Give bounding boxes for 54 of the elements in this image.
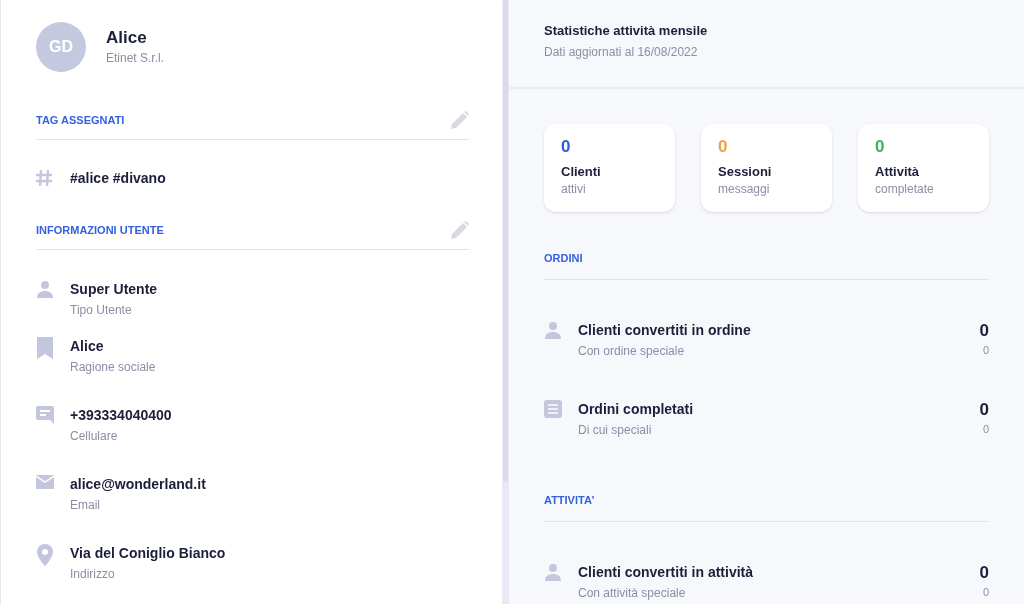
row-value: 0 bbox=[979, 320, 989, 342]
location-pin-icon bbox=[36, 544, 54, 566]
bookmark-icon bbox=[36, 337, 54, 359]
section-title: ORDINI bbox=[544, 252, 583, 264]
info-value: +393334040400 bbox=[70, 406, 172, 425]
row-value: 0 bbox=[979, 562, 989, 584]
row-label: Clienti convertiti in ordine bbox=[578, 321, 752, 340]
info-value: Super Utente bbox=[70, 280, 158, 299]
scrollbar[interactable] bbox=[502, 0, 509, 604]
stat-value: 0 bbox=[875, 136, 886, 158]
row-subvalue: 0 bbox=[982, 343, 989, 357]
row-sublabel: Con ordine speciale bbox=[578, 343, 686, 360]
info-value: Via del Coniglio Bianco bbox=[70, 544, 226, 563]
stats-subtitle: Dati aggiornati al 16/08/2022 bbox=[544, 44, 699, 61]
stat-value: 0 bbox=[561, 136, 572, 158]
chat-icon bbox=[36, 406, 54, 424]
user-name: Alice bbox=[106, 27, 148, 49]
person-icon bbox=[544, 563, 562, 581]
list-icon bbox=[544, 400, 562, 418]
row-subvalue: 0 bbox=[982, 585, 989, 599]
section-title: ATTIVITA' bbox=[544, 494, 595, 506]
stat-sublabel: messaggi bbox=[718, 181, 771, 198]
info-label: Email bbox=[70, 497, 101, 514]
row-sublabel: Di cui speciali bbox=[578, 422, 653, 439]
row-sublabel: Con attività speciale bbox=[578, 585, 687, 602]
stat-label: Attività bbox=[875, 163, 921, 180]
person-icon bbox=[544, 321, 562, 339]
info-label: Ragione sociale bbox=[70, 359, 156, 376]
edit-icon[interactable] bbox=[451, 111, 470, 129]
tags-text: #alice #divano bbox=[70, 168, 166, 188]
stat-label: Clienti bbox=[561, 163, 602, 180]
mail-icon bbox=[36, 475, 54, 489]
row-subvalue: 0 bbox=[982, 422, 989, 436]
person-icon bbox=[36, 280, 54, 298]
info-label: Indirizzo bbox=[70, 566, 116, 583]
info-label: Tipo Utente bbox=[70, 302, 133, 319]
stat-sublabel: attivi bbox=[561, 181, 587, 198]
stat-value: 0 bbox=[718, 136, 729, 158]
edit-icon[interactable] bbox=[451, 221, 470, 239]
hashtag-icon bbox=[36, 170, 52, 186]
stats-title: Statistiche attività mensile bbox=[544, 22, 709, 40]
company-name: Etinet S.r.l. bbox=[106, 50, 165, 67]
info-value: alice@wonderland.it bbox=[70, 475, 206, 494]
section-title: TAG ASSEGNATI bbox=[36, 112, 125, 128]
stat-label: Sessioni bbox=[718, 163, 773, 180]
scrollbar-thumb[interactable] bbox=[503, 0, 509, 482]
row-label: Ordini completati bbox=[578, 400, 695, 419]
stat-sublabel: completate bbox=[875, 181, 935, 198]
row-label: Clienti convertiti in attività bbox=[578, 563, 755, 582]
info-label: Cellulare bbox=[70, 428, 119, 445]
info-value: Alice bbox=[70, 337, 105, 356]
avatar: GD bbox=[36, 22, 86, 72]
row-value: 0 bbox=[979, 399, 989, 421]
section-title: INFORMAZIONI UTENTE bbox=[36, 222, 164, 238]
